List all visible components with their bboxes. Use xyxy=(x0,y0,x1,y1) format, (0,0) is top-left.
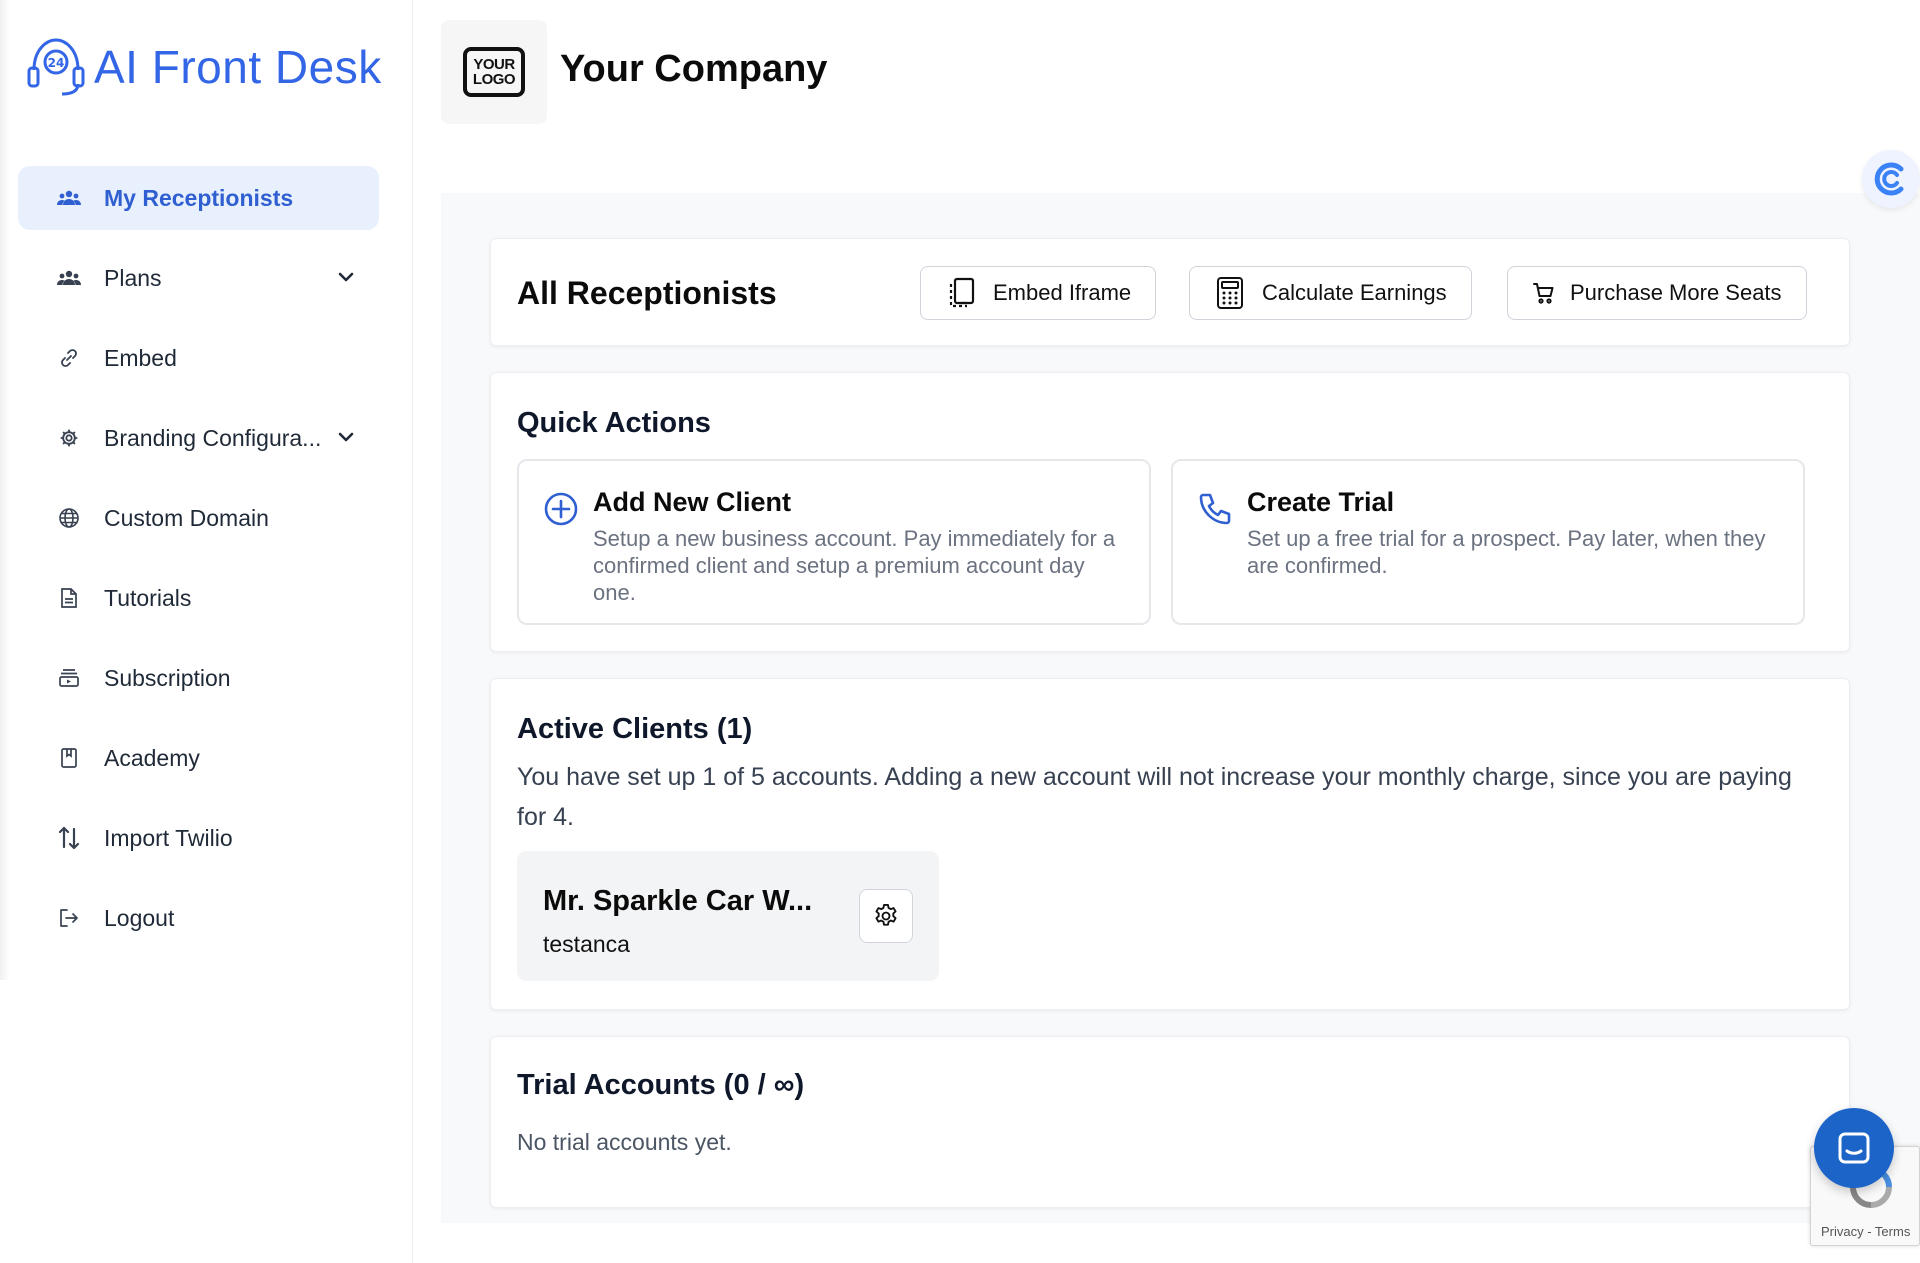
create-trial-title: Create Trial xyxy=(1247,487,1395,517)
client-settings-button[interactable] xyxy=(859,889,913,943)
sidebar-item-label: Embed xyxy=(104,344,177,371)
add-new-client-description: Setup a new business account. Pay immedi… xyxy=(593,526,1116,605)
plus-circle-icon xyxy=(544,492,578,526)
purchase-more-seats-button[interactable]: Purchase More Seats xyxy=(1507,266,1807,320)
sidebar-item-label: Import Twilio xyxy=(104,824,233,851)
quick-actions-title: Quick Actions xyxy=(517,407,711,439)
sidebar-item-custom-domain[interactable]: Custom Domain xyxy=(18,486,379,550)
globe-icon xyxy=(56,505,82,531)
trial-accounts-empty-text: No trial accounts yet. xyxy=(517,1129,732,1155)
chat-launcher-button[interactable] xyxy=(1814,1108,1894,1188)
sidebar-item-label: Plans xyxy=(104,264,162,291)
purchase-more-seats-label: Purchase More Seats xyxy=(1570,280,1782,305)
company-name: Your Company xyxy=(560,48,828,90)
sidebar-item-subscription[interactable]: Subscription xyxy=(18,646,379,710)
recaptcha-privacy-terms[interactable]: Privacy - Terms xyxy=(1821,1224,1910,1239)
client-name: Mr. Sparkle Car W... xyxy=(543,885,813,917)
sidebar-item-label: Subscription xyxy=(104,664,231,691)
arrows-up-down-icon xyxy=(56,825,82,851)
sidebar-item-plans[interactable]: Plans xyxy=(18,246,379,310)
sidebar-item-branding-configuration[interactable]: Branding Configura... xyxy=(18,406,379,470)
page-title: All Receptionists xyxy=(517,275,777,311)
chat-icon xyxy=(1838,1132,1870,1164)
sidebar-item-label: Logout xyxy=(104,904,175,931)
embed-iframe-button[interactable]: Embed Iframe xyxy=(920,266,1157,320)
sidebar: 24 AI Front Desk My Receptionists Plans … xyxy=(0,0,413,1263)
logo-text-line1: YOUR xyxy=(473,56,515,73)
client-card[interactable]: Mr. Sparkle Car W... testanca xyxy=(517,851,939,981)
sidebar-item-label: Branding Configura... xyxy=(104,424,322,451)
users-icon xyxy=(56,185,82,211)
extension-c-icon[interactable] xyxy=(1862,150,1920,208)
quick-actions-card: Quick Actions Add New Client Setup a new… xyxy=(490,372,1850,652)
sidebar-item-import-twilio[interactable]: Import Twilio xyxy=(18,806,379,870)
client-username: testanca xyxy=(543,931,630,957)
active-clients-description: You have set up 1 of 5 accounts. Adding … xyxy=(517,763,1792,831)
sidebar-edge-shadow xyxy=(0,0,10,980)
document-icon xyxy=(56,585,82,611)
sidebar-item-embed[interactable]: Embed xyxy=(18,326,379,390)
gear-icon xyxy=(875,903,897,926)
sidebar-item-tutorials[interactable]: Tutorials xyxy=(18,566,379,630)
add-new-client-tile[interactable]: Add New Client Setup a new business acco… xyxy=(517,459,1151,625)
gear-icon xyxy=(56,425,82,451)
sidebar-item-label: Academy xyxy=(104,744,200,771)
trial-accounts-card: Trial Accounts (0 / ∞) No trial accounts… xyxy=(490,1036,1850,1208)
active-clients-card: Active Clients (1) You have set up 1 of … xyxy=(490,678,1850,1010)
phone-icon xyxy=(1199,493,1231,525)
sidebar-nav: My Receptionists Plans Embed Branding Co… xyxy=(18,166,379,966)
book-icon xyxy=(56,745,82,771)
headset-24-icon: 24 xyxy=(27,38,85,96)
users-icon xyxy=(56,265,82,291)
embed-iframe-label: Embed Iframe xyxy=(993,280,1132,305)
sidebar-item-label: Tutorials xyxy=(104,584,192,611)
active-clients-title: Active Clients (1) xyxy=(517,713,753,745)
brand-title: AI Front Desk xyxy=(94,41,382,93)
sidebar-item-my-receptionists[interactable]: My Receptionists xyxy=(18,166,379,230)
trial-accounts-title: Trial Accounts (0 / ∞) xyxy=(517,1069,805,1101)
calculator-icon xyxy=(1217,277,1243,309)
chevron-down-icon[interactable] xyxy=(335,426,357,448)
company-logo: YOUR LOGO xyxy=(441,20,547,124)
calculate-earnings-button[interactable]: Calculate Earnings xyxy=(1189,266,1472,320)
link-icon xyxy=(56,345,82,371)
add-new-client-title: Add New Client xyxy=(593,487,792,517)
company-logo-mark: YOUR LOGO xyxy=(463,47,525,97)
tablet-icon xyxy=(949,277,975,308)
subscription-icon xyxy=(56,665,82,691)
sidebar-item-label: My Receptionists xyxy=(104,184,294,211)
receptionists-header-card: All Receptionists Embed Iframe Calculate… xyxy=(490,238,1850,346)
create-trial-description: Set up a free trial for a prospect. Pay … xyxy=(1247,526,1766,578)
brand[interactable]: 24 AI Front Desk xyxy=(26,36,382,98)
svg-text:24: 24 xyxy=(48,56,65,70)
chevron-down-icon[interactable] xyxy=(335,266,357,288)
cart-icon xyxy=(1533,283,1554,304)
sidebar-item-logout[interactable]: Logout xyxy=(18,886,379,950)
sidebar-item-academy[interactable]: Academy xyxy=(18,726,379,790)
calculate-earnings-label: Calculate Earnings xyxy=(1262,280,1447,305)
create-trial-tile[interactable]: Create Trial Set up a free trial for a p… xyxy=(1171,459,1805,625)
logo-text-line2: LOGO xyxy=(472,71,516,88)
logout-icon xyxy=(56,905,82,931)
sidebar-item-label: Custom Domain xyxy=(104,504,269,531)
